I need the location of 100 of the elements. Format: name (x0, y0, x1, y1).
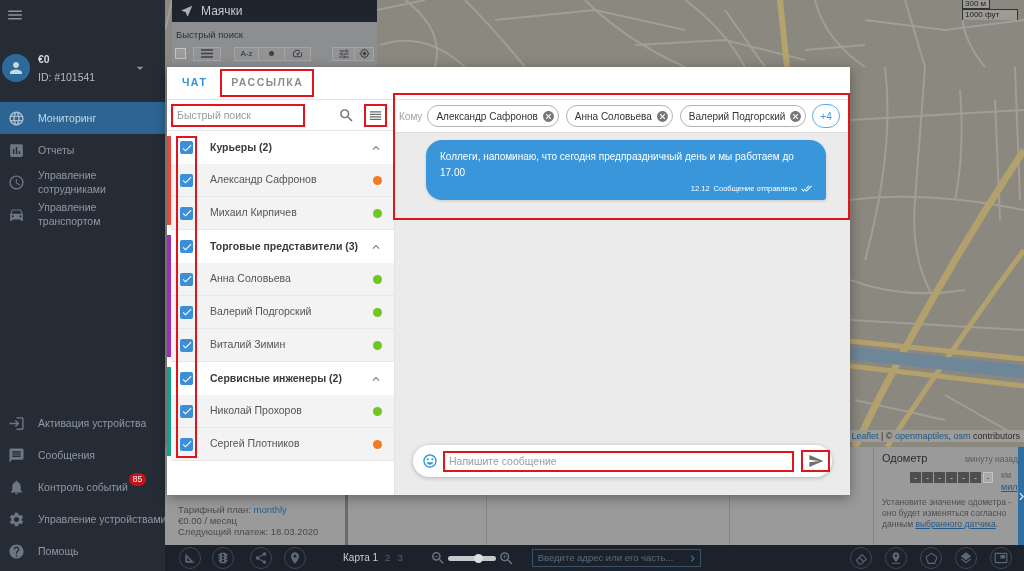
slider-thumb[interactable] (474, 553, 484, 563)
send-button[interactable] (801, 450, 830, 472)
share-icon (254, 551, 268, 565)
checkbox[interactable] (180, 404, 193, 418)
odometer-digit[interactable]: - (958, 471, 969, 483)
remove-icon[interactable] (541, 109, 555, 123)
member-row[interactable]: Александр Сафронов (171, 164, 394, 197)
tariff-text: Тарифный план: monthly (178, 504, 288, 515)
nav-item[interactable]: Сообщения (0, 439, 165, 471)
member-row[interactable]: Сергей Плотников (171, 428, 394, 461)
odometer-digit[interactable]: - (970, 471, 981, 483)
odometer-digit[interactable]: - (946, 471, 957, 483)
group-name[interactable]: Курьеры (2) (210, 139, 272, 156)
check-icon (180, 306, 193, 318)
bell-icon (8, 478, 25, 496)
panel-toggle[interactable] (1018, 447, 1024, 545)
member-row[interactable]: Виталий Зимин (171, 329, 394, 362)
odometer-digit[interactable]: - (922, 471, 933, 483)
zoom-in-icon[interactable] (497, 549, 515, 567)
nav-item[interactable]: Управление транспортом (0, 198, 165, 230)
settings-icon (8, 510, 25, 528)
remove-icon[interactable] (789, 109, 803, 123)
member-row[interactable]: Николай Прохоров (171, 395, 394, 428)
checkbox[interactable] (180, 372, 193, 385)
help-icon (8, 542, 25, 560)
next-payment-text: Следующий платеж: 18.03.2020 (178, 526, 320, 537)
bar-chart-icon (8, 141, 25, 159)
navigation-arrow-icon (180, 4, 194, 18)
layers-icon (959, 551, 973, 565)
list-menu-button[interactable] (364, 103, 387, 127)
group-name[interactable]: Сервисные инженеры (2) (210, 370, 342, 387)
check-icon (180, 339, 193, 351)
eraser-icon (854, 551, 868, 565)
checkbox[interactable] (180, 272, 193, 286)
toolbar-button[interactable] (332, 46, 355, 61)
globe-icon (8, 109, 25, 127)
member-name: Сергей Плотников (210, 436, 300, 452)
nav-item[interactable]: Управление сотрудниками (0, 166, 165, 198)
member-row[interactable]: Валерий Подгорский (171, 296, 394, 329)
check-icon (180, 273, 193, 285)
nav-item[interactable]: Управление устройствами (0, 503, 165, 535)
account-balance: €0 (38, 52, 51, 66)
chevron-right-icon (1018, 491, 1024, 501)
address-field[interactable]: Введите адрес или его часть... (531, 549, 701, 567)
checkbox[interactable] (180, 173, 193, 187)
message-input[interactable]: Напишите сообщение (443, 450, 794, 472)
checkbox[interactable] (180, 240, 193, 253)
search-field[interactable]: Быстрый поиск (171, 103, 305, 127)
nav-item[interactable]: Отчеты (0, 134, 165, 166)
odometer-digit[interactable]: - (910, 471, 921, 483)
odometer-digit[interactable]: - (934, 471, 945, 483)
nav-item[interactable]: Мониторинг (0, 102, 165, 134)
nav-item[interactable]: Активация устройства (0, 407, 165, 439)
check-icon (180, 438, 193, 450)
toolbar-button[interactable] (193, 46, 221, 61)
zoom-out-icon[interactable] (429, 550, 446, 566)
member-name: Виталий Зимин (210, 337, 286, 353)
double-check-icon (801, 183, 812, 194)
member-name: Анна Соловьева (210, 271, 291, 287)
member-name: Михаил Кирпичев (210, 205, 297, 221)
list-icon (201, 49, 213, 58)
map-tab[interactable]: Карта 1 (343, 550, 379, 566)
member-name: Валерий Подгорский (210, 304, 312, 320)
pentagon-icon (924, 551, 938, 565)
checkbox[interactable] (180, 437, 193, 451)
account-id: ID: #101541 (38, 70, 96, 84)
tab[interactable]: ЧАТ (171, 69, 219, 97)
search-icon[interactable] (338, 106, 355, 124)
crosshair-icon (358, 48, 370, 59)
toolbar-button[interactable] (355, 46, 374, 61)
member-row[interactable]: Михаил Кирпичев (171, 197, 394, 230)
price-text: €0.00 / месяц (178, 515, 238, 526)
emoji-icon[interactable] (422, 453, 438, 469)
remove-icon[interactable] (655, 109, 669, 123)
login-icon (8, 414, 25, 432)
group-name[interactable]: Торговые представители (3) (210, 238, 359, 255)
zoom-slider[interactable] (447, 553, 496, 563)
checkbox[interactable] (180, 305, 193, 319)
scale-bar: 1000 фут (962, 9, 1018, 20)
toolbar-button[interactable] (285, 46, 311, 61)
avatar-icon (2, 54, 30, 82)
search-field[interactable]: Быстрый поиск (175, 26, 374, 43)
message-icon (8, 446, 25, 464)
odometer-decimal[interactable]: - (983, 471, 993, 483)
checkbox[interactable] (180, 338, 193, 352)
member-row[interactable]: Анна Соловьева (171, 263, 394, 296)
checkbox[interactable] (180, 206, 193, 220)
nav-item[interactable]: Помощь (0, 535, 165, 567)
member-name: Николай Прохоров (210, 403, 302, 419)
toolbar-button[interactable] (259, 46, 285, 61)
checkbox[interactable] (175, 48, 186, 59)
recipients-label: Кому (399, 109, 423, 124)
checkbox[interactable] (180, 141, 193, 154)
window-icon (994, 551, 1008, 565)
nav-item[interactable]: Контроль событий 85 (0, 471, 165, 503)
message-text: Коллеги, напоминаю, что сегодня предпраздничный день и мы работаем до 17.00 (440, 150, 795, 180)
sliders-icon (337, 47, 350, 60)
sort-button[interactable]: A-z (234, 46, 259, 61)
panel-title: Маячки (201, 3, 243, 20)
tab[interactable]: РАССЫЛКА (220, 69, 315, 97)
